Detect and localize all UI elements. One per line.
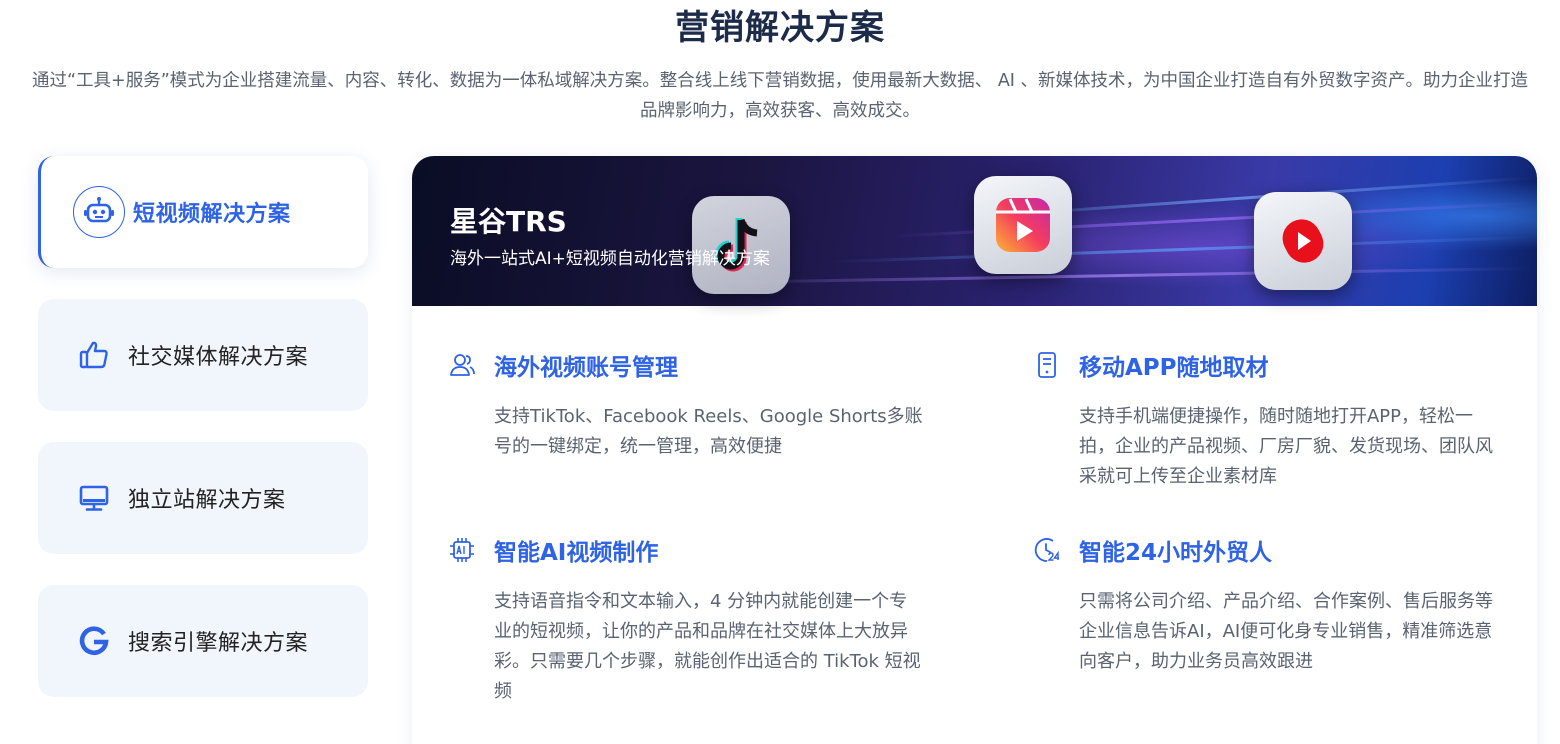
ai-chip-icon [448,536,476,564]
page-subtitle: 通过“工具+服务”模式为企业搭建流量、内容、转化、数据为一体私域解决方案。整合线… [31,71,1529,121]
feature-24h-agent: 智能24小时外贸人 只需将公司介绍、产品介绍、合作案例、售后服务等企业信息告诉A… [1033,533,1503,677]
page-title: 营销解决方案 [675,8,885,48]
solution-detail-card: 星谷TRS 海外一站式AI+短视频自动化营销解决方案 海外视频账号管理 支持Ti… [412,156,1537,744]
banner-subtitle: 海外一站式AI+短视频自动化营销解决方案 [450,249,770,269]
sidebar-item-label: 独立站解决方案 [128,488,286,513]
sidebar-item-search-engine[interactable]: 搜索引擎解决方案 [38,585,368,697]
feature-title: 智能24小时外贸人 [1079,540,1273,566]
sidebar-item-label: 社交媒体解决方案 [128,345,309,370]
youtube-shorts-icon [1254,192,1352,290]
robot-icon [73,186,125,238]
feature-title: 智能AI视频制作 [494,540,659,566]
monitor-icon [78,482,110,514]
feature-title: 移动APP随地取材 [1079,355,1269,381]
sidebar-item-label: 短视频解决方案 [133,202,291,227]
users-icon [448,351,476,379]
sidebar-item-short-video[interactable]: 短视频解决方案 [38,156,368,268]
feature-description: 支持TikTok、Facebook Reels、Google Shorts多账号… [494,406,923,457]
sidebar-item-independent-site[interactable]: 独立站解决方案 [38,442,368,554]
solution-banner: 星谷TRS 海外一站式AI+短视频自动化营销解决方案 [412,156,1537,306]
page: 营销解决方案 通过“工具+服务”模式为企业搭建流量、内容、转化、数据为一体私域解… [0,0,1560,744]
feature-account-management: 海外视频账号管理 支持TikTok、Facebook Reels、Google … [448,348,923,462]
google-icon [78,625,110,657]
feature-description: 只需将公司介绍、产品介绍、合作案例、售后服务等企业信息告诉AI，AI便可化身专业… [1079,591,1493,672]
sidebar-item-label: 搜索引擎解决方案 [128,631,309,656]
thumbs-up-icon [78,339,110,371]
feature-description: 支持语音指令和文本输入，4 分钟内就能创建一个专业的短视频，让你的产品和品牌在社… [494,591,921,702]
feature-mobile-app: 移动APP随地取材 支持手机端便捷操作，随时随地打开APP，轻松一拍，企业的产品… [1033,348,1503,492]
banner-title: 星谷TRS [450,205,567,238]
feature-description: 支持手机端便捷操作，随时随地打开APP，轻松一拍，企业的产品视频、厂房厂貌、发货… [1079,406,1493,487]
mobile-icon [1033,351,1061,379]
feature-title: 海外视频账号管理 [494,355,678,381]
instagram-reels-icon [974,176,1072,274]
sidebar-item-social-media[interactable]: 社交媒体解决方案 [38,299,368,411]
feature-ai-video: 智能AI视频制作 支持语音指令和文本输入，4 分钟内就能创建一个专业的短视频，让… [448,533,921,707]
clock-24-icon [1033,536,1061,564]
